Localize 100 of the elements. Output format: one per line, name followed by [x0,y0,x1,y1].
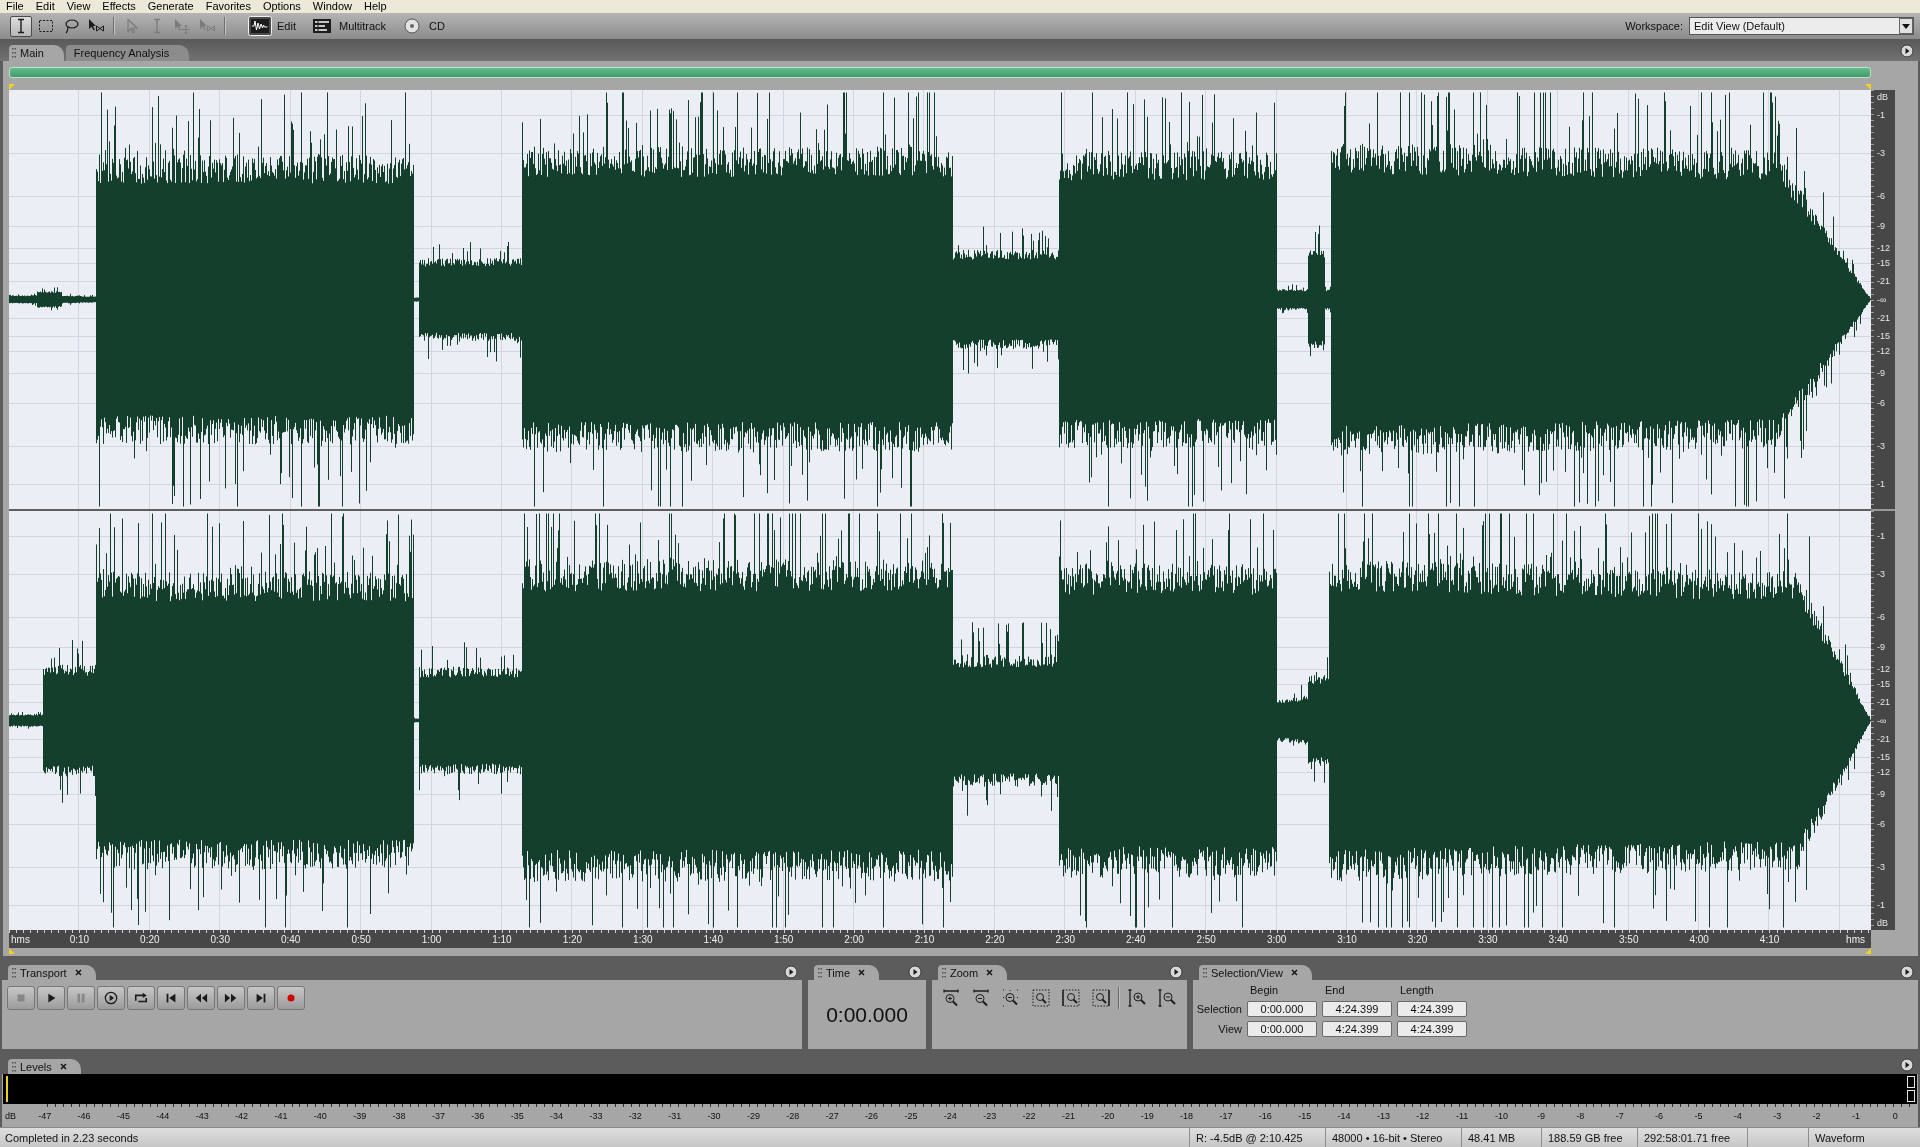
panel-menu-icon[interactable] [1900,1058,1914,1072]
column-header: Begin [1249,984,1280,997]
panel-menu-icon[interactable] [784,964,798,979]
scale-label: -20 [1100,1110,1116,1122]
circled-play-button[interactable] [97,986,125,1010]
panel-tab[interactable]: Transport [8,965,96,980]
time-label: 3:30 [1478,934,1498,946]
zoom-selection-icon [1032,989,1050,1007]
panel-menu-icon[interactable] [1900,964,1914,979]
menu-item[interactable]: File [0,0,30,13]
grip-icon[interactable] [942,967,946,978]
scale-label: -28 [785,1110,801,1122]
scale-label: -21 [1877,733,1890,744]
time-field[interactable]: 4:24.399 [1322,1021,1392,1037]
track-grid-view-button[interactable]: Multitrack [309,16,387,36]
panel-menu-icon[interactable] [1169,964,1183,979]
time-field[interactable]: 4:24.399 [1397,1001,1467,1017]
zoom-selection-button[interactable] [1029,987,1053,1009]
grip-icon[interactable] [12,1061,16,1072]
zoom-full-icon [1002,989,1020,1007]
panel-tab[interactable]: Selection/View [1199,965,1312,980]
workspace-dropdown[interactable]: Edit View (Default) [1689,17,1914,35]
menu-item[interactable]: Generate [141,0,200,13]
rewind-button[interactable] [187,986,215,1010]
time-label: 1:30 [633,934,653,946]
column-header: Length [1399,984,1435,997]
scale-label: -3 [1877,441,1885,452]
scale-label: -42 [234,1110,250,1122]
time-field[interactable]: 0:00.000 [1247,1001,1317,1017]
disc-view-button[interactable]: CD [400,16,445,36]
time-field[interactable]: 0:00.000 [1247,1021,1317,1037]
close-icon[interactable] [1290,969,1298,976]
fast-forward-button[interactable] [217,986,245,1010]
scale-label: -6 [1877,190,1885,201]
pointer-bowtie-icon [199,18,215,34]
scale-label: -16 [1257,1110,1273,1122]
loop-icon [134,991,148,1005]
time-field[interactable]: 4:24.399 [1322,1001,1392,1017]
panel-tab[interactable]: Frequency Analysis [65,45,190,61]
scale-label: -9 [1877,368,1885,378]
time-ruler[interactable]: hms 0:10 0:20 0:30 0:40 0:50 1:00 1:10 1:20 1:30 1:40 1:50 2:00 2:10 2:20 2:30 2:40 2:50 3:00 3:10 3:20 3:30 3:40 3:50 4:00 4:10 hms [9,930,1871,948]
menu-item[interactable]: Effects [96,0,142,13]
scale-label: -12 [1877,663,1890,674]
grip-icon[interactable] [1203,967,1207,978]
menu-item[interactable]: View [60,0,97,13]
skip-back-button[interactable] [157,986,185,1010]
loop-button[interactable] [127,986,155,1010]
zoom-right-edge-button[interactable] [1089,987,1113,1009]
panel-tab[interactable]: Levels [8,1059,81,1074]
menu-item[interactable]: Window [306,0,358,13]
scale-label: -39 [352,1110,368,1122]
scale-label: -15 [1297,1110,1313,1122]
close-icon[interactable] [74,969,82,976]
play-button[interactable] [37,986,65,1010]
panel-menu-icon[interactable] [1900,43,1914,58]
close-icon[interactable] [986,969,994,976]
menu-item[interactable]: Options [256,0,307,13]
panel-tab[interactable]: Zoom [938,965,1008,980]
panel-tab[interactable]: Time [814,965,880,980]
end-marker-icon[interactable] [1865,948,1871,954]
grip-icon[interactable] [12,48,16,58]
clip-indicator-icon[interactable] [1907,1076,1915,1088]
end-marker-icon[interactable] [1865,84,1871,90]
clip-indicator-icon[interactable] [1907,1090,1915,1102]
scale-label: -41 [273,1110,289,1122]
panel-tab[interactable]: Main [9,45,64,61]
scale-label: -9 [1877,789,1885,799]
scale-label: -5 [1693,1110,1704,1122]
grip-icon[interactable] [12,967,16,978]
scale-label: -9 [1535,1110,1546,1122]
view-mode-label: Waveform [1808,1128,1920,1147]
skip-forward-icon [254,991,268,1005]
close-icon[interactable] [858,969,866,976]
panel-menu-icon[interactable] [908,964,922,979]
scale-label: -15 [1877,257,1890,268]
grip-icon[interactable] [818,967,822,978]
time-label: 0:40 [280,934,301,946]
time-field[interactable]: 4:24.399 [1397,1021,1467,1037]
scale-label: -12 [1877,767,1890,778]
ibeam-cursor-tool-button[interactable] [10,15,32,37]
scale-label: -9 [1877,642,1885,652]
time-label: 2:50 [1196,934,1216,946]
scale-label: -37 [430,1110,446,1122]
zoom-in-icon [942,989,960,1007]
time-label: 0:10 [69,934,90,946]
scale-label: -2 [1811,1110,1822,1122]
pointer-icon [124,18,140,34]
close-icon[interactable] [59,1063,67,1070]
scale-label: -23 [982,1110,998,1122]
menu-item[interactable]: Edit [29,0,61,13]
scale-label: -12 [1877,346,1890,357]
menu-item[interactable]: Favorites [199,0,257,13]
status-text: 48000 • 16-bit • Stereo [1325,1128,1461,1147]
rewind-icon [194,991,208,1005]
zoom-left-edge-button[interactable] [1059,987,1083,1009]
skip-forward-button[interactable] [247,986,275,1010]
scale-label: -1 [1877,531,1885,542]
scale-label: -18 [1179,1110,1195,1122]
menu-item[interactable]: Help [357,0,393,13]
waveform-view-button[interactable]: Edit [248,16,296,36]
